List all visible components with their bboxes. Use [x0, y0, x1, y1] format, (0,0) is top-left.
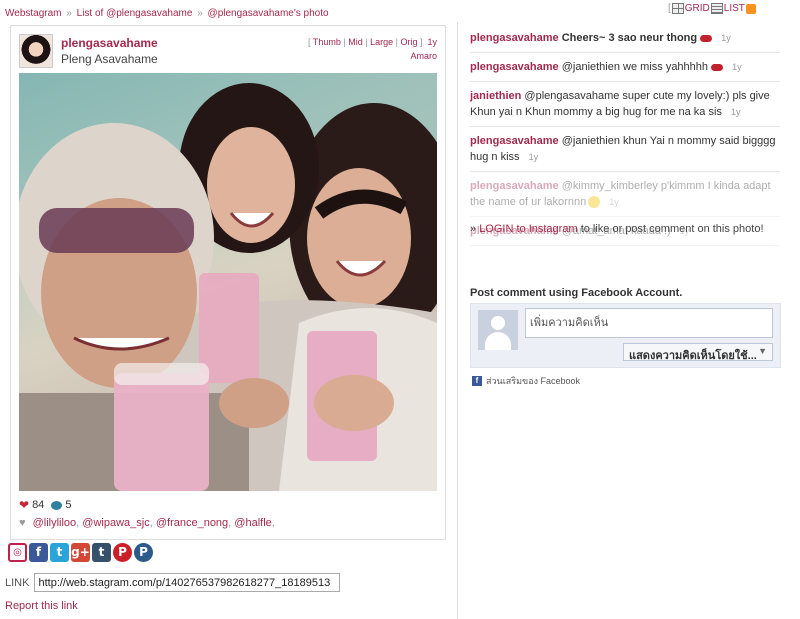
share-buttons: ◎ f t g+ t P P: [8, 543, 153, 562]
filter-name: Amaro: [410, 51, 437, 61]
comment-item: plengasavahame Cheers~ 3 sao neur thong …: [470, 24, 780, 53]
comment-author[interactable]: janiethien: [470, 90, 521, 102]
comment-author[interactable]: plengasavahame: [470, 32, 559, 44]
facebook-plugin-label[interactable]: ส่วนเสริมของ Facebook: [486, 374, 580, 388]
grid-view-link[interactable]: GRID: [685, 3, 710, 14]
chevron-down-icon: ▼: [758, 346, 767, 356]
small-heart-icon: ♥: [19, 517, 26, 529]
facebook-plugin-credit: f ส่วนเสริมของ Facebook: [472, 374, 580, 388]
breadcrumb-separator: »: [66, 8, 72, 19]
post-username[interactable]: plengasavahame: [61, 36, 158, 50]
post-age: 1y: [427, 37, 437, 47]
breadcrumb: Webstagram » List of @plengasavahame » @…: [5, 8, 329, 19]
comment-age: 1y: [732, 62, 742, 72]
comment-item: janiethien @plengasavahame super cute my…: [470, 82, 780, 127]
size-thumb-link[interactable]: Thumb: [313, 37, 341, 47]
breadcrumb-separator: »: [197, 8, 203, 19]
view-toggle: [ GRID LIST: [668, 3, 756, 14]
comment-author[interactable]: plengasavahame: [470, 180, 559, 192]
liker-link[interactable]: @wipawa_sjc: [82, 517, 149, 529]
comment-item: plengasavahame @janiethien we miss yahhh…: [470, 53, 780, 82]
instagram-icon[interactable]: ◎: [8, 543, 27, 562]
comment-age: 1y: [721, 33, 731, 43]
size-large-link[interactable]: Large: [370, 37, 393, 47]
login-link[interactable]: LOGIN to Instagram: [479, 223, 577, 235]
comment-item: plengasavahame @janiethien khun Yai n mo…: [470, 127, 780, 172]
comment-text: @janiethien we miss yahhhhh: [561, 61, 709, 73]
report-link[interactable]: Report this link: [5, 600, 78, 612]
lips-emoji-icon: [711, 63, 724, 71]
post-photo[interactable]: [19, 73, 437, 491]
comment-age: 1y: [609, 197, 619, 207]
list-view-link[interactable]: LIST: [724, 3, 745, 14]
facebook-comment-box: เพิ่มความคิดเห็น แสดงความคิดเห็นโดยใช้..…: [470, 303, 781, 368]
facebook-comment-input[interactable]: เพิ่มความคิดเห็น: [525, 308, 773, 338]
twitter-icon[interactable]: t: [50, 543, 69, 562]
facebook-post-as-select[interactable]: แสดงความคิดเห็นโดยใช้... ▼: [623, 343, 773, 362]
list-view-icon[interactable]: [710, 3, 723, 14]
login-prompt: » LOGIN to Instagram to like or post com…: [470, 223, 764, 235]
comment-count: 5: [65, 499, 72, 511]
column-divider: [457, 22, 458, 619]
facebook-icon: f: [472, 376, 482, 386]
permalink-input[interactable]: [34, 573, 341, 592]
facebook-select-label: แสดงความคิดเห็นโดยใช้...: [629, 350, 757, 362]
comment-age: 1y: [528, 152, 539, 162]
user-avatar[interactable]: [19, 34, 53, 68]
comment-text: Cheers~ 3 sao neur thong: [561, 32, 698, 44]
facebook-comment-title: Post comment using Facebook Account.: [470, 287, 683, 299]
tumblr-icon[interactable]: t: [92, 543, 111, 562]
photo-card: plengasavahame Pleng Asavahame [ Thumb |…: [10, 25, 446, 540]
like-count: 84: [32, 499, 45, 511]
comment-author[interactable]: plengasavahame: [470, 135, 559, 147]
permalink-row: LINK: [5, 573, 341, 592]
facebook-icon[interactable]: f: [29, 543, 48, 562]
heart-icon[interactable]: ❤: [19, 498, 29, 512]
size-links: [ Thumb | Mid | Large | Orig ] 1y: [308, 37, 437, 47]
smiley-emoji-icon: [588, 196, 601, 209]
size-mid-link[interactable]: Mid: [348, 37, 363, 47]
breadcrumb-home-link[interactable]: Webstagram: [5, 8, 62, 19]
liker-link[interactable]: @halfle: [234, 517, 271, 529]
login-rest: to like or post comment on this photo!: [580, 223, 764, 235]
size-orig-link[interactable]: Orig: [400, 37, 417, 47]
lips-emoji-icon: [700, 34, 713, 42]
comment-age: 1y: [730, 107, 741, 117]
liker-link[interactable]: @france_nong: [156, 517, 228, 529]
comment-bubble-icon: [51, 500, 63, 510]
rss-icon[interactable]: [745, 3, 756, 14]
comment-author[interactable]: plengasavahame: [470, 61, 559, 73]
google-plus-icon[interactable]: g+: [71, 543, 90, 562]
breadcrumb-user-list-link[interactable]: List of @plengasavahame: [77, 8, 193, 19]
post-full-name: Pleng Asavahame: [61, 52, 158, 66]
view-bracket: [: [668, 3, 671, 14]
grid-view-icon[interactable]: [671, 3, 684, 14]
likers-list: ♥ @lilyliloo, @wipawa_sjc, @france_nong,…: [19, 517, 275, 529]
comment-item: plengasavahame @kimmy_kimberley p'kimmm …: [470, 172, 780, 217]
login-arrow: »: [470, 223, 477, 235]
breadcrumb-current-photo[interactable]: @plengasavahame's photo: [208, 8, 329, 19]
facebook-default-avatar: [478, 310, 518, 350]
pinterest-alt-icon[interactable]: P: [134, 543, 153, 562]
permalink-label: LINK: [5, 576, 30, 589]
comments-list: plengasavahame Cheers~ 3 sao neur thong …: [470, 24, 780, 246]
post-stats: ❤ 84 5: [19, 498, 71, 512]
pinterest-icon[interactable]: P: [113, 543, 132, 562]
liker-link[interactable]: @lilyliloo: [33, 517, 77, 529]
